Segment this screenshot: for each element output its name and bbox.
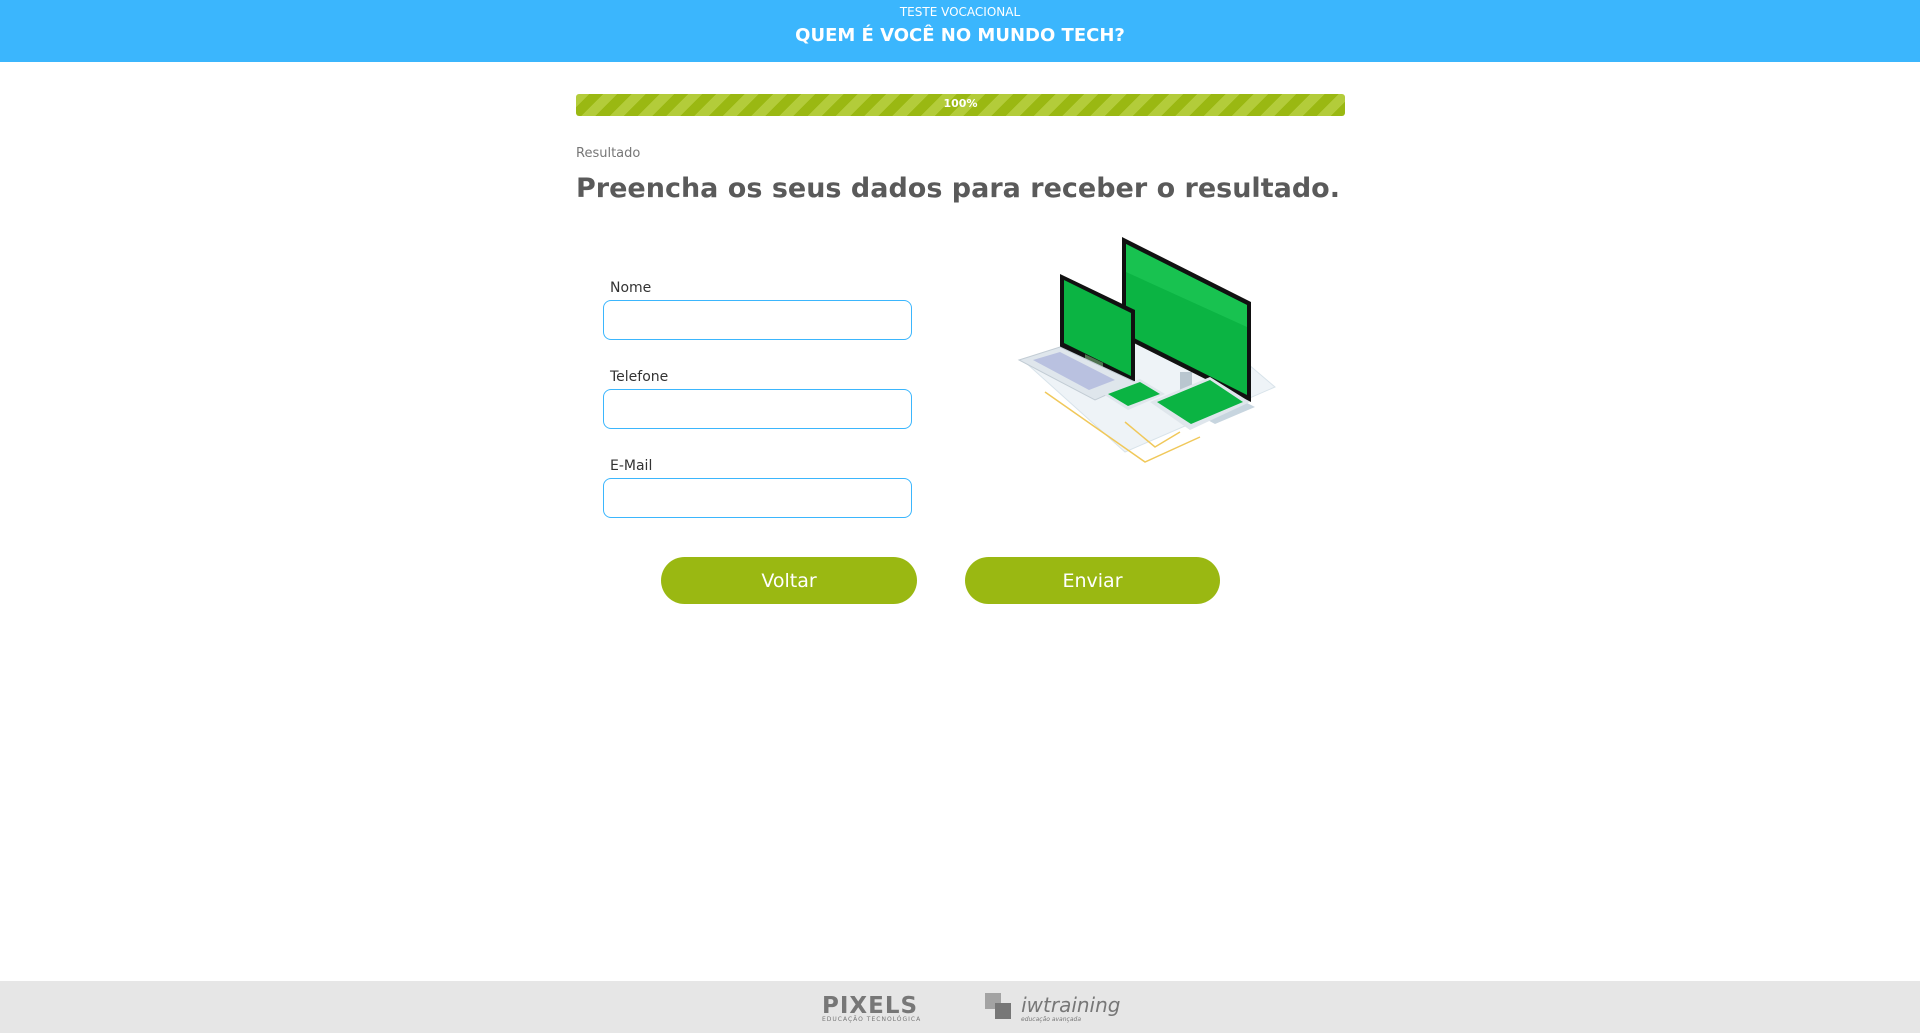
header-title: QUEM É VOCÊ NO MUNDO TECH? — [795, 25, 1125, 46]
back-button[interactable]: Voltar — [661, 557, 917, 604]
phone-field[interactable] — [603, 389, 912, 429]
progress-bar: 100% — [576, 94, 1345, 116]
progress-label: 100% — [943, 97, 978, 110]
iwtraining-logo-icon — [985, 993, 1013, 1021]
pixels-logo-tagline: EDUCAÇÃO TECNOLÓGICA — [822, 1016, 922, 1023]
iwtraining-logo-tagline: educação avançada — [1021, 1016, 1081, 1023]
pixels-logo: PIXELS EDUCAÇÃO TECNOLÓGICA — [822, 993, 921, 1023]
iwtraining-logo: iwtraining educação avançada — [985, 993, 1121, 1023]
phone-label: Telefone — [610, 369, 669, 385]
iwtraining-logo-name: iwtraining — [1021, 993, 1121, 1017]
step-label: Resultado — [576, 146, 641, 161]
name-label: Nome — [610, 280, 652, 296]
name-field[interactable] — [603, 300, 912, 340]
email-label: E-Mail — [610, 458, 653, 474]
devices-illustration-icon — [1017, 237, 1276, 463]
page-header: TESTE VOCACIONAL QUEM É VOCÊ NO MUNDO TE… — [0, 0, 1920, 62]
page-footer: PIXELS EDUCAÇÃO TECNOLÓGICA iwtraining e… — [0, 981, 1920, 1033]
send-button[interactable]: Enviar — [965, 557, 1220, 604]
page-heading: Preencha os seus dados para receber o re… — [576, 173, 1340, 204]
devices-illustration — [1005, 232, 1285, 472]
header-subtitle: TESTE VOCACIONAL — [899, 5, 1021, 19]
email-field[interactable] — [603, 478, 912, 518]
